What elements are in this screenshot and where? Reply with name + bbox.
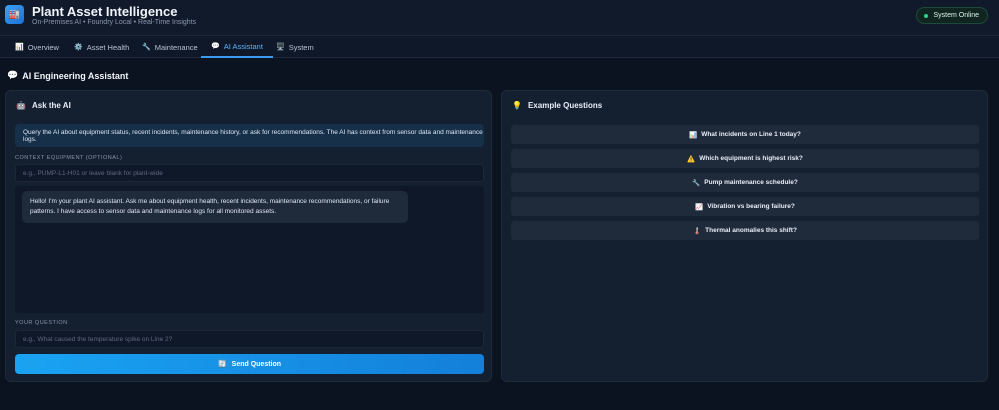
tab-ai-assistant[interactable]: 💬 AI Assistant: [201, 36, 273, 58]
thermometer-icon: 🌡️: [693, 227, 702, 235]
page-title-text: AI Engineering Assistant: [22, 70, 129, 81]
example-questions-title: Example Questions: [527, 101, 603, 110]
gear-icon: ⚙️: [74, 44, 83, 51]
example-question-label: Pump maintenance schedule?: [704, 179, 798, 186]
ask-ai-card: 🤖 Ask the AI Query the AI about equipmen…: [5, 90, 492, 382]
tab-label: System: [288, 42, 314, 52]
lightbulb-icon: 💡: [512, 101, 522, 110]
example-questions-card: 💡 Example Questions 📊 What incidents on …: [501, 90, 988, 382]
system-status-badge: System Online: [916, 7, 988, 24]
example-question-label: Which equipment is highest risk?: [699, 155, 803, 162]
send-question-button[interactable]: 🔄 Send Question: [15, 354, 484, 374]
ask-ai-header: 🤖 Ask the AI: [16, 101, 71, 110]
example-question-button[interactable]: 🔧 Pump maintenance schedule?: [511, 173, 979, 192]
app-subtitle: On-Premises AI • Foundry Local • Real-Ti…: [32, 19, 197, 26]
info-text: Query the AI about equipment status, rec…: [23, 128, 483, 143]
tab-label: Asset Health: [86, 42, 130, 52]
assistant-message: Hello! I'm your plant AI assistant. Ask …: [22, 191, 408, 223]
tab-maintenance[interactable]: 🔧 Maintenance: [142, 36, 198, 58]
info-box: Query the AI about equipment status, rec…: [15, 124, 484, 147]
wrench-icon: 🔧: [692, 179, 701, 187]
tab-label: AI Assistant: [223, 41, 263, 51]
app-header: 🏭 Plant Asset Intelligence On-Premises A…: [0, 0, 999, 36]
example-question-label: What incidents on Line 1 today?: [701, 131, 801, 138]
factory-logo-icon: 🏭: [5, 5, 24, 24]
warning-icon: ⚠️: [687, 155, 696, 163]
chat-area[interactable]: Hello! I'm your plant AI assistant. Ask …: [15, 186, 484, 313]
example-questions-header: 💡 Example Questions: [512, 101, 602, 110]
tab-overview[interactable]: 📊 Overview: [15, 36, 59, 58]
nav-tabs: 📊 Overview ⚙️ Asset Health 🔧 Maintenance…: [0, 36, 999, 58]
question-label: YOUR QUESTION: [15, 320, 68, 326]
speech-bubble-icon: 💬: [7, 70, 19, 80]
app-title: Plant Asset Intelligence: [32, 4, 178, 19]
tab-asset-health[interactable]: ⚙️ Asset Health: [74, 36, 129, 58]
wrench-icon: 🔧: [142, 44, 151, 51]
page-title: 💬 AI Engineering Assistant: [7, 70, 128, 81]
example-question-label: Thermal anomalies this shift?: [705, 227, 797, 234]
context-equipment-label: CONTEXT EQUIPMENT (OPTIONAL): [15, 155, 123, 161]
context-equipment-input[interactable]: [15, 164, 484, 182]
tab-system[interactable]: 🖥️ System: [276, 36, 314, 58]
ask-ai-title: Ask the AI: [31, 101, 71, 110]
tab-label: Overview: [27, 42, 59, 52]
chart-icon: 📊: [15, 44, 24, 51]
question-input[interactable]: [15, 330, 484, 348]
tab-label: Maintenance: [154, 42, 198, 52]
example-question-button[interactable]: ⚠️ Which equipment is highest risk?: [511, 149, 979, 168]
send-question-label: Send Question: [231, 360, 282, 368]
example-question-label: Vibration vs bearing failure?: [707, 203, 795, 210]
robot-icon: 🤖: [16, 101, 26, 110]
monitor-icon: 🖥️: [276, 44, 285, 51]
example-question-button[interactable]: 🌡️ Thermal anomalies this shift?: [511, 221, 979, 240]
speech-bubble-icon: 💬: [211, 43, 220, 50]
status-dot-icon: [924, 14, 929, 18]
trend-chart-icon: 📈: [695, 203, 704, 211]
refresh-icon: 🔄: [217, 361, 227, 368]
status-text: System Online: [933, 12, 979, 19]
chart-icon: 📊: [689, 131, 698, 139]
example-question-button[interactable]: 📈 Vibration vs bearing failure?: [511, 197, 979, 216]
example-question-button[interactable]: 📊 What incidents on Line 1 today?: [511, 125, 979, 144]
